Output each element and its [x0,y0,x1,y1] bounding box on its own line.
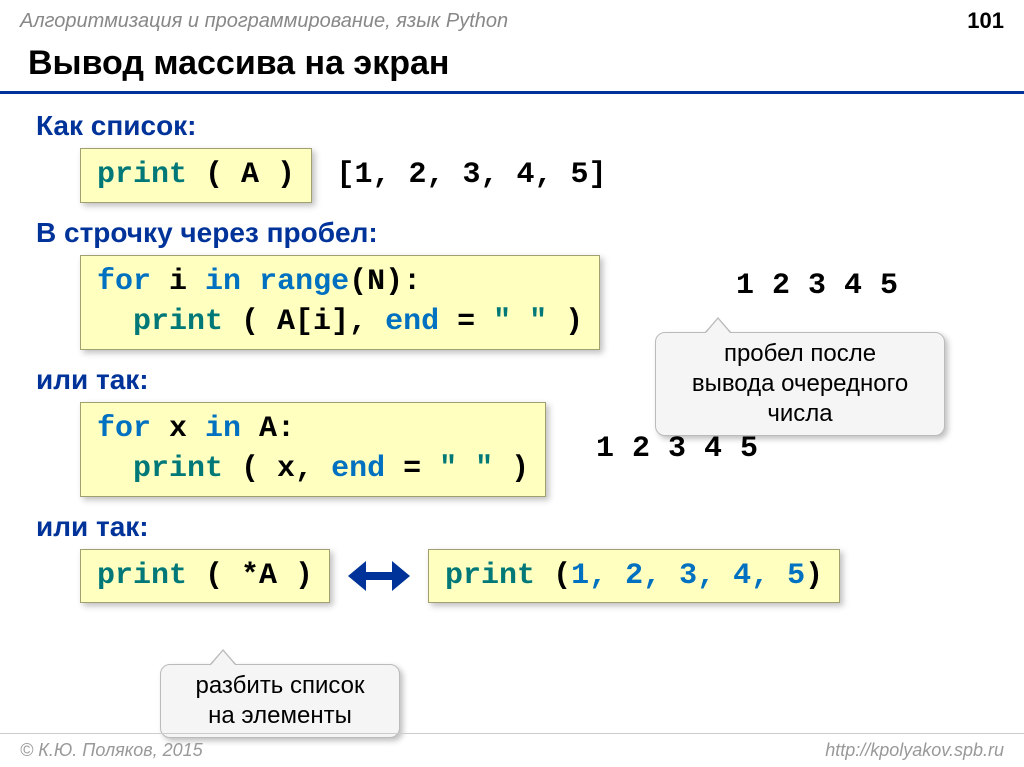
row-or-2: print ( *A ) print (1, 2, 3, 4, 5) [80,549,996,604]
slide-header: Алгоритмизация и программирование, язык … [0,0,1024,38]
code-print-expanded: print (1, 2, 3, 4, 5) [428,549,840,604]
heading-as-list: Как список: [36,110,996,142]
code-print-star-a: print ( *A ) [80,549,330,604]
slide-content: Как список: print ( A ) [1, 2, 3, 4, 5] … [0,94,1024,611]
slide-footer: © К.Ю. Поляков, 2015 http://kpolyakov.sp… [0,733,1024,767]
bidirectional-arrow-icon [348,561,410,591]
slide-title: Вывод массива на экран [0,38,1024,94]
footer-url: http://kpolyakov.spb.ru [825,740,1004,761]
output-space-1: 1 2 3 4 5 [736,269,898,303]
subject-text: Алгоритмизация и программирование, язык … [20,10,508,33]
output-list: [1, 2, 3, 4, 5] [337,158,607,192]
row-as-list: print ( A ) [1, 2, 3, 4, 5] [36,148,996,203]
page-number: 101 [967,8,1004,34]
heading-or-2: или так: [36,511,996,543]
code-for-range: for i in range(N): print ( A[i], end = "… [80,255,600,350]
copyright-text: © К.Ю. Поляков, 2015 [20,740,203,761]
code-print-a: print ( A ) [80,148,312,203]
code-for-x: for x in A: print ( x, end = " " ) [80,402,546,497]
callout-text-2: разбить список на элементы [196,672,365,729]
heading-via-space: В строчку через пробел: [36,217,996,249]
output-space-2: 1 2 3 4 5 [596,432,758,466]
row-or-1: for x in A: print ( x, end = " " ) 1 2 3… [36,402,996,497]
callout-split-list: разбить список на элементы [160,664,400,738]
